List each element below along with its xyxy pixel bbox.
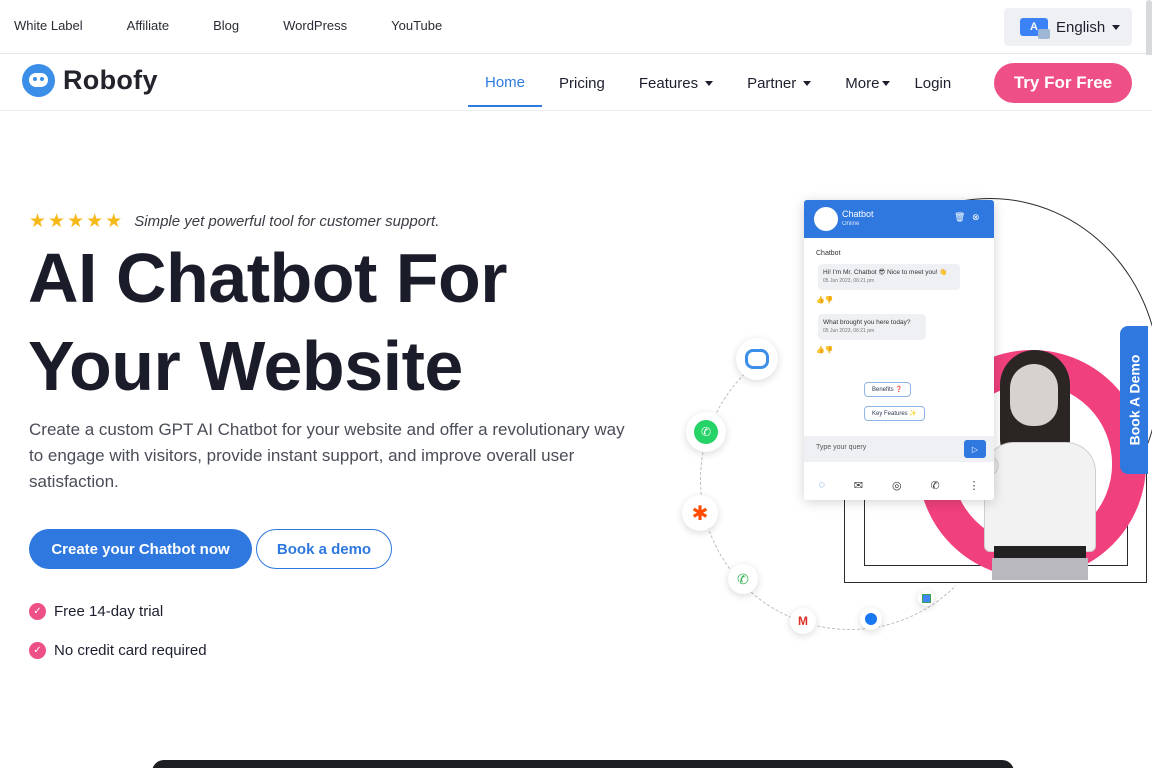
language-label: English <box>1056 18 1106 36</box>
chat-message-time: 05 Jun 2023, 06:21 pm <box>823 278 875 284</box>
chatbot-avatar <box>814 207 838 231</box>
nav-more-label: More <box>845 74 880 92</box>
brand-logo[interactable]: Robofy <box>22 64 158 97</box>
check-icon: ✓ <box>29 603 46 620</box>
brand-name: Robofy <box>63 65 158 95</box>
chevron-down-icon <box>882 80 891 86</box>
send-icon: ▷ <box>964 440 986 458</box>
toplink-white-label[interactable]: White Label <box>14 18 83 33</box>
book-a-demo-label: Book A Demo <box>1126 354 1142 446</box>
nav-home[interactable]: Home <box>468 59 543 107</box>
rating-row: ★ ★ ★ ★ ★ Simple yet powerful tool for c… <box>29 210 439 233</box>
star-icon: ★ <box>29 211 47 232</box>
nav-partner-label: Partner <box>747 74 797 92</box>
phone-icon: ✆ <box>728 564 758 594</box>
star-icon: ★ <box>105 211 123 232</box>
messenger-icon <box>860 608 882 630</box>
feedback-thumbs-icon: 👍👎 <box>816 347 834 354</box>
robot-icon <box>736 338 778 380</box>
zapier-icon: ✱ <box>682 495 718 531</box>
next-section-preview <box>152 760 1014 768</box>
nav-more[interactable]: More <box>845 55 891 111</box>
star-icon: ★ <box>67 211 85 232</box>
chat-chip-features: Key Features ✨ <box>864 406 925 421</box>
scrollbar[interactable] <box>1146 0 1152 60</box>
nav-menu: Home Pricing Features Partner More Login <box>468 55 951 111</box>
chevron-down-icon <box>803 80 812 86</box>
chat-header: Chatbot Online 🗑 ⊗ <box>804 200 994 238</box>
nav-partner[interactable]: Partner <box>747 55 812 111</box>
chat-message: Hi! I'm Mr. Chatbot 😎 Nice to meet you! … <box>818 264 960 290</box>
nav-home-label: Home <box>485 73 526 91</box>
calendar-icon <box>918 590 934 606</box>
nav-login-label: Login <box>914 74 952 92</box>
chat-message: What brought you here today? 05 Jun 2023… <box>818 314 926 340</box>
chat-channel-bar: ◌ ✉ ◎ ✆ ⋮ <box>804 470 994 500</box>
translate-icon: A <box>1020 18 1050 39</box>
try-for-free-button[interactable]: Try For Free <box>994 63 1132 103</box>
hero-tagline: Simple yet powerful tool for customer su… <box>134 213 440 230</box>
top-utility-bar: White Label Affiliate Blog WordPress You… <box>0 0 1152 60</box>
check-label: Free 14-day trial <box>54 603 164 620</box>
language-selector[interactable]: A English <box>1004 8 1132 46</box>
nav-pricing[interactable]: Pricing <box>559 55 605 111</box>
toplink-youtube[interactable]: YouTube <box>391 18 442 33</box>
book-demo-button[interactable]: Book a demo <box>256 529 392 569</box>
close-icon: ⊗ <box>972 212 980 222</box>
check-item-no-card: ✓ No credit card required <box>29 642 207 659</box>
mail-icon: ✉ <box>853 479 864 492</box>
check-item-trial: ✓ Free 14-day trial <box>29 603 163 620</box>
phone-icon: ✆ <box>930 479 940 492</box>
hero-description: Create a custom GPT AI Chatbot for your … <box>29 420 625 491</box>
toplink-affiliate[interactable]: Affiliate <box>127 18 169 33</box>
headline-line-1: AI Chatbot For <box>28 239 508 317</box>
chevron-down-icon <box>1112 24 1121 30</box>
chat-message-text: What brought you here today? <box>823 319 911 326</box>
more-icon: ⋮ <box>968 479 980 492</box>
nav-pricing-label: Pricing <box>559 74 605 92</box>
star-icon: ★ <box>48 211 66 232</box>
toplink-blog[interactable]: Blog <box>213 18 239 33</box>
chevron-down-icon <box>705 80 714 86</box>
chat-status: Online <box>842 221 860 227</box>
whatsapp-icon: ◎ <box>891 479 902 492</box>
chat-bubble-icon: ◌ <box>818 479 825 491</box>
toplink-wordpress[interactable]: WordPress <box>283 18 347 33</box>
book-a-demo-tab[interactable]: Book A Demo <box>1120 326 1148 474</box>
nav-features[interactable]: Features <box>638 55 714 111</box>
chat-chip-benefits: Benefits ❓ <box>864 382 911 397</box>
top-links: White Label Affiliate Blog WordPress You… <box>14 18 486 33</box>
create-chatbot-button[interactable]: Create your Chatbot now <box>29 529 252 569</box>
feedback-thumbs-icon: 👍👎 <box>816 297 834 304</box>
star-icon: ★ <box>86 211 104 232</box>
chat-message-text: Hi! I'm Mr. Chatbot 😎 Nice to meet you! … <box>823 269 948 276</box>
robot-logo-icon <box>22 64 55 97</box>
whatsapp-icon: ✆ <box>686 412 726 452</box>
chat-message-time: 05 Jun 2023, 06:21 pm <box>823 328 875 334</box>
main-nav: Robofy Home Pricing Features Partner Mor… <box>0 55 1152 111</box>
headline-line-2: Your Website <box>28 327 463 405</box>
trash-icon: 🗑 <box>954 212 966 222</box>
nav-login[interactable]: Login <box>914 55 951 111</box>
hero-illustration: ✆ ✱ ✆ M Chatbot Online 🗑 ⊗ Chatbot Hi! I… <box>680 190 1152 640</box>
chat-title: Chatbot <box>842 209 874 219</box>
check-icon: ✓ <box>29 642 46 659</box>
hero-headline: AI Chatbot For Your Website <box>28 234 508 410</box>
chat-sender: Chatbot <box>816 250 841 257</box>
check-label: No credit card required <box>54 642 207 659</box>
nav-features-label: Features <box>638 74 699 92</box>
gmail-icon: M <box>790 608 816 634</box>
chat-widget-preview: Chatbot Online 🗑 ⊗ Chatbot Hi! I'm Mr. C… <box>804 200 994 500</box>
